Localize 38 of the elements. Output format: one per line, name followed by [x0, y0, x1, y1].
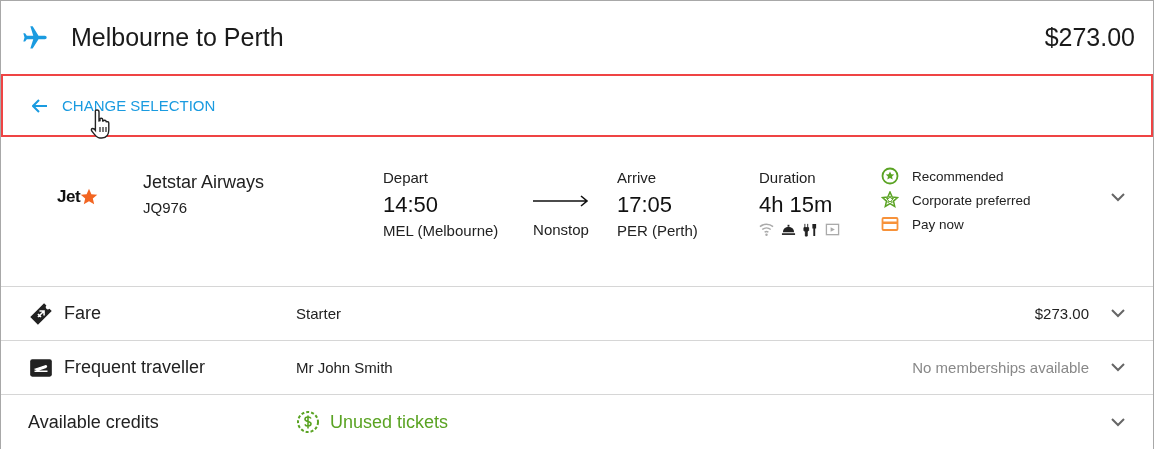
flight-time: 14:50: [383, 192, 440, 218]
time-label: Arrive: [617, 169, 658, 186]
credit-card-icon: [881, 215, 899, 233]
airline-name: Jetstar Airways: [143, 172, 266, 193]
credit-link[interactable]: Unused tickets: [330, 411, 449, 433]
right-arrow-icon: [533, 195, 589, 207]
airplane-icon: [21, 23, 49, 52]
row-value: Mr John Smith: [296, 359, 393, 376]
chevron-down-icon: [1111, 309, 1125, 318]
chevron-down-icon: [1111, 363, 1125, 372]
flight-time: 17:05: [617, 192, 674, 218]
star-icon: [80, 188, 99, 206]
row-label: Available credits: [28, 411, 159, 433]
time-label: Depart: [383, 169, 430, 186]
chevron-down-icon: [1111, 417, 1125, 427]
row-label: Frequent traveller: [64, 357, 206, 378]
tag-label: Recommended: [912, 168, 1004, 184]
row-value: Starter: [296, 305, 341, 322]
change-selection-link[interactable]: CHANGE SELECTION: [32, 97, 216, 114]
row-label: Fare: [64, 303, 101, 324]
dollar-circle-icon: [296, 410, 320, 434]
airport-name: PER (Perth): [617, 222, 699, 239]
chevron-down-icon: [1111, 193, 1125, 202]
row-note: $273.00: [1034, 305, 1089, 322]
tag-label: Corporate preferred: [912, 192, 1031, 208]
total-price: $273.00: [1044, 23, 1135, 52]
flight-number: JQ976: [143, 199, 189, 216]
star-outline-icon: [881, 191, 899, 209]
logo-wordmark: Jet: [57, 187, 81, 207]
row-note: No memberships available: [912, 359, 1089, 376]
stops-label: Nonstop: [533, 221, 589, 238]
airport-name: MEL (Melbourne): [383, 222, 500, 239]
flight-duration: 4h 15m: [759, 192, 834, 218]
tag-label: Pay now: [912, 216, 964, 232]
page-title: Melbourne to Perth: [71, 23, 285, 52]
back-arrow-icon: [32, 98, 48, 113]
duration-label: Duration: [759, 169, 817, 186]
star-circle-icon: [881, 167, 899, 185]
